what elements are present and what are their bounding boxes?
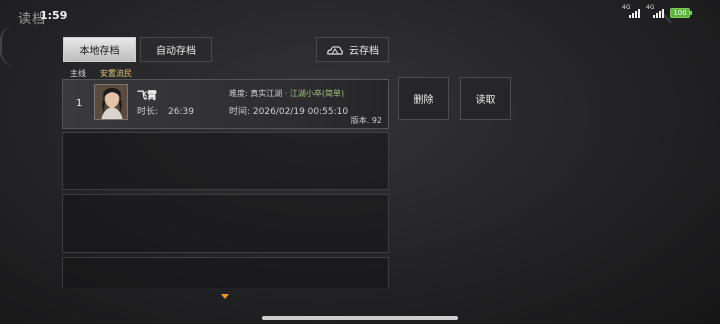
status-time: 1:59	[40, 9, 68, 22]
save-time: 时间: 2026/02/19 00:55:10	[229, 104, 348, 117]
difficulty-mode: 江湖小卒(简单)	[289, 89, 345, 98]
playtime: 时长: 26:39	[137, 104, 194, 117]
difficulty-label: 难度: 真实江湖 ·	[229, 89, 290, 98]
save-slot-empty[interactable]	[62, 257, 389, 288]
back-gesture-edge[interactable]	[0, 26, 14, 66]
save-slot-1[interactable]: 1 飞霄 时长: 26:39 难度: 真实江湖 · 江湖小卒(简单) 时间: 2…	[62, 79, 389, 129]
save-time-label: 时间:	[229, 107, 251, 117]
signal-icon: 4G	[622, 4, 640, 18]
version-value: 92	[371, 116, 382, 125]
save-slot-empty[interactable]	[62, 132, 389, 190]
tab-cloud-label: 云存档	[349, 46, 379, 57]
tab-cloud-saves[interactable]: 云存档	[316, 37, 389, 62]
playtime-value: 26:39	[168, 107, 194, 117]
home-indicator[interactable]	[262, 316, 458, 320]
tab-auto-saves[interactable]: 自动存档	[140, 37, 212, 62]
tab-local-saves[interactable]: 本地存档	[63, 37, 136, 62]
character-portrait	[94, 84, 128, 120]
version-label: 版本.	[350, 116, 370, 125]
playtime-label: 时长:	[137, 107, 159, 117]
difficulty: 难度: 真实江湖 · 江湖小卒(简单)	[229, 88, 344, 99]
save-time-value: 2026/02/19 00:55:10	[252, 107, 349, 117]
load-game-screen: 读档 1:59 4G 4G 100 本地存档 自动存档 云存档 主线 安置流民	[0, 0, 720, 324]
battery-icon: 100	[670, 8, 692, 18]
version: 版本. 92	[351, 115, 382, 126]
load-button[interactable]: 读取	[460, 77, 511, 120]
save-list[interactable]: 主线 安置流民 1 飞霄 时长: 26:39 难度: 真实江湖 · 江湖小卒(简…	[62, 66, 389, 288]
character-name: 飞霄	[137, 91, 157, 102]
status-indicators: 4G 4G 100	[622, 4, 692, 18]
chevron-down-icon[interactable]	[221, 294, 229, 299]
cloud-sync-icon	[326, 45, 344, 55]
slot-index: 1	[76, 98, 83, 109]
save-slot-empty[interactable]	[62, 194, 389, 253]
chapter-main-label: 主线	[70, 68, 86, 78]
signal-icon-2: 4G	[646, 4, 664, 18]
chapter-header: 主线 安置流民	[62, 66, 389, 80]
chapter-quest-label: 安置流民	[100, 68, 132, 78]
delete-button[interactable]: 删除	[398, 77, 449, 120]
